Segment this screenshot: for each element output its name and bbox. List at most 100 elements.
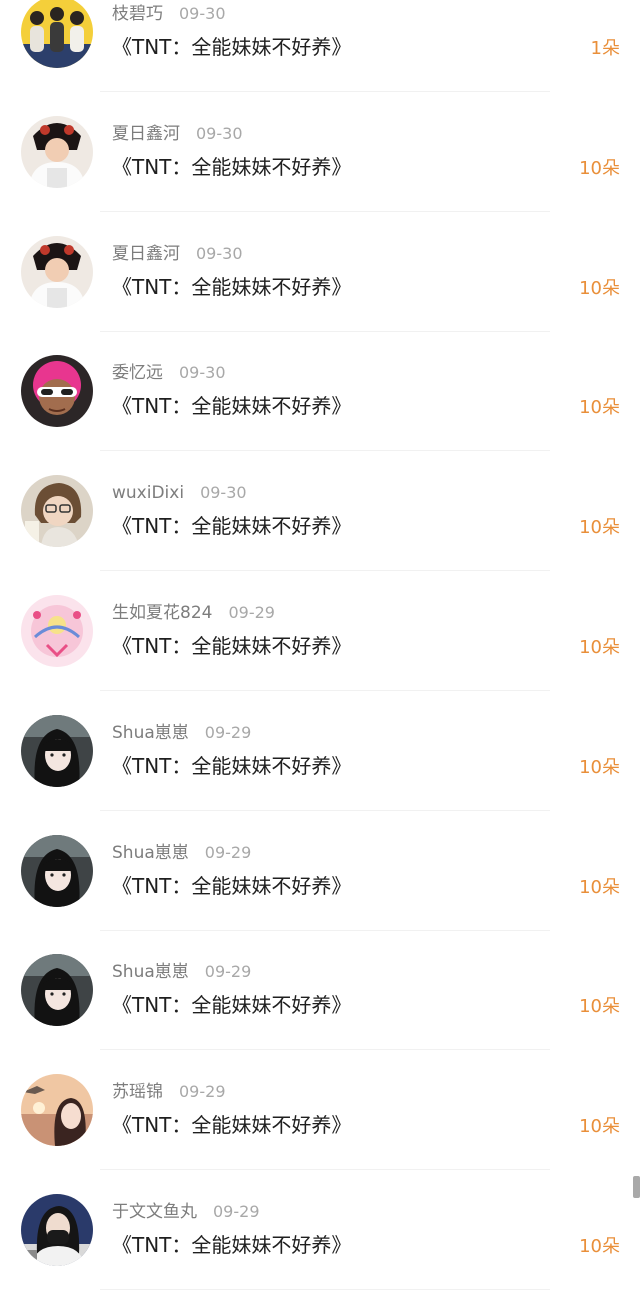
row-divider: [100, 929, 550, 931]
gift-record-row[interactable]: 于文文鱼丸 09-29 《TNT：全能妹妹不好养》 10朵: [0, 1194, 640, 1314]
record-date: 09-30: [179, 4, 226, 23]
row-divider: [100, 690, 550, 691]
record-meta: Shua崽崽 09-29: [112, 958, 251, 986]
costume-portrait-avatar: [21, 115, 93, 188]
record-date: 09-30: [196, 123, 243, 143]
flower-count: 10朵: [579, 277, 620, 299]
pink-hair-cartoon-avatar: [21, 355, 93, 428]
dark-hair-portrait-avatar: [21, 954, 93, 1027]
user-avatar[interactable]: [21, 595, 93, 667]
glasses-selfie-avatar: [21, 475, 93, 548]
book-title: 《TNT：全能妹妹不好养》: [112, 35, 352, 59]
row-divider: [100, 1289, 550, 1290]
user-avatar[interactable]: [21, 115, 93, 188]
book-title: 《TNT：全能妹妹不好养》: [112, 873, 352, 898]
flower-count: 10朵: [579, 756, 620, 778]
username[interactable]: 夏日鑫河: [112, 124, 180, 144]
book-title: 《TNT：全能妹妹不好养》: [112, 154, 352, 179]
username[interactable]: Shua崽崽: [112, 723, 189, 743]
row-divider: [100, 91, 550, 92]
flower-count: 10朵: [579, 637, 620, 658]
record-meta: Shua崽崽 09-29: [112, 839, 251, 867]
sailor-moon-avatar: [21, 595, 93, 667]
book-title: 《TNT：全能妹妹不好养》: [112, 993, 352, 1018]
row-divider: [100, 1169, 550, 1171]
record-date: 09-29: [213, 1202, 260, 1221]
book-title: 《TNT：全能妹妹不好养》: [112, 634, 352, 658]
record-meta: 枝碧巧 09-30: [112, 0, 226, 28]
gift-record-row[interactable]: Shua崽崽 09-29 《TNT：全能妹妹不好养》 10朵: [0, 714, 640, 835]
group-photo-avatar: [21, 0, 93, 68]
costume-portrait-avatar: [21, 235, 93, 308]
row-divider: [100, 570, 550, 572]
book-title: 《TNT：全能妹妹不好养》: [112, 274, 352, 299]
record-meta: 委忆远 09-30: [112, 359, 226, 387]
dark-hair-portrait-avatar: [21, 834, 93, 907]
flower-count: 1朵: [590, 38, 620, 59]
record-meta: 苏瑶锦 09-29: [112, 1078, 226, 1106]
book-title: 《TNT：全能妹妹不好养》: [112, 1233, 352, 1257]
user-avatar[interactable]: [21, 714, 93, 787]
user-avatar[interactable]: [21, 1074, 93, 1147]
username[interactable]: 枝碧巧: [112, 4, 163, 24]
username[interactable]: 委忆远: [112, 363, 163, 383]
user-avatar[interactable]: [21, 475, 93, 548]
record-date: 09-30: [179, 363, 226, 383]
gift-record-row[interactable]: 生如夏花824 09-29 《TNT：全能妹妹不好养》 10朵: [0, 595, 640, 715]
scrollbar-thumb[interactable]: [633, 1176, 640, 1198]
gift-record-row[interactable]: wuxiDixi 09-30 《TNT：全能妹妹不好养》 10朵: [0, 475, 640, 595]
flower-count: 10朵: [579, 876, 620, 898]
masked-selfie-avatar: [21, 1194, 93, 1266]
flower-count: 10朵: [579, 397, 620, 419]
record-date: 09-29: [204, 842, 252, 862]
flower-count: 10朵: [579, 1236, 620, 1257]
book-title: 《TNT：全能妹妹不好养》: [112, 1113, 352, 1138]
record-meta: Shua崽崽 09-29: [112, 719, 251, 747]
user-avatar[interactable]: [21, 235, 93, 308]
gift-record-row[interactable]: 苏瑶锦 09-29 《TNT：全能妹妹不好养》 10朵: [0, 1074, 640, 1194]
row-divider: [100, 330, 550, 332]
sunset-portrait-avatar: [21, 1074, 93, 1147]
record-date: 09-29: [204, 962, 252, 982]
flower-count: 10朵: [579, 157, 620, 179]
record-date: 09-29: [179, 1082, 226, 1102]
record-meta: wuxiDixi 09-30: [112, 479, 247, 507]
record-meta: 于文文鱼丸 09-29: [112, 1198, 260, 1226]
book-title: 《TNT：全能妹妹不好养》: [112, 394, 352, 419]
username[interactable]: 于文文鱼丸: [112, 1202, 197, 1222]
gift-record-row[interactable]: 夏日鑫河 09-30 《TNT：全能妹妹不好养》 10朵: [0, 235, 640, 356]
record-meta: 夏日鑫河 09-30: [112, 240, 243, 268]
record-date: 09-29: [204, 722, 252, 742]
user-avatar[interactable]: [21, 1194, 93, 1266]
record-date: 09-30: [200, 483, 247, 503]
gift-record-row[interactable]: 夏日鑫河 09-30 《TNT：全能妹妹不好养》 10朵: [0, 115, 640, 236]
username[interactable]: 生如夏花824: [112, 603, 212, 623]
user-avatar[interactable]: [21, 954, 93, 1027]
gift-record-row[interactable]: 枝碧巧 09-30 《TNT：全能妹妹不好养》 1朵: [0, 0, 640, 116]
username[interactable]: 苏瑶锦: [112, 1082, 163, 1102]
record-meta: 夏日鑫河 09-30: [112, 120, 243, 148]
gift-record-row[interactable]: Shua崽崽 09-29 《TNT：全能妹妹不好养》 10朵: [0, 954, 640, 1074]
flower-count: 10朵: [579, 1116, 620, 1138]
gift-record-row[interactable]: Shua崽崽 09-29 《TNT：全能妹妹不好养》 10朵: [0, 834, 640, 955]
flower-count: 10朵: [579, 517, 620, 539]
dark-hair-portrait-avatar: [21, 714, 93, 787]
username[interactable]: Shua崽崽: [112, 843, 189, 863]
row-divider: [100, 809, 550, 811]
user-avatar[interactable]: [21, 834, 93, 907]
user-avatar[interactable]: [21, 0, 93, 68]
record-date: 09-29: [228, 603, 275, 622]
book-title: 《TNT：全能妹妹不好养》: [112, 753, 352, 778]
record-date: 09-30: [196, 243, 243, 263]
gift-record-row[interactable]: 委忆远 09-30 《TNT：全能妹妹不好养》 10朵: [0, 355, 640, 475]
username[interactable]: wuxiDixi: [112, 483, 184, 503]
username[interactable]: 夏日鑫河: [112, 244, 180, 264]
book-title: 《TNT：全能妹妹不好养》: [112, 514, 352, 539]
username[interactable]: Shua崽崽: [112, 962, 189, 982]
record-meta: 生如夏花824 09-29: [112, 599, 275, 627]
row-divider: [100, 450, 550, 452]
row-divider: [100, 210, 550, 212]
flower-count: 10朵: [579, 996, 620, 1018]
user-avatar[interactable]: [21, 355, 93, 428]
row-divider: [100, 1049, 550, 1051]
